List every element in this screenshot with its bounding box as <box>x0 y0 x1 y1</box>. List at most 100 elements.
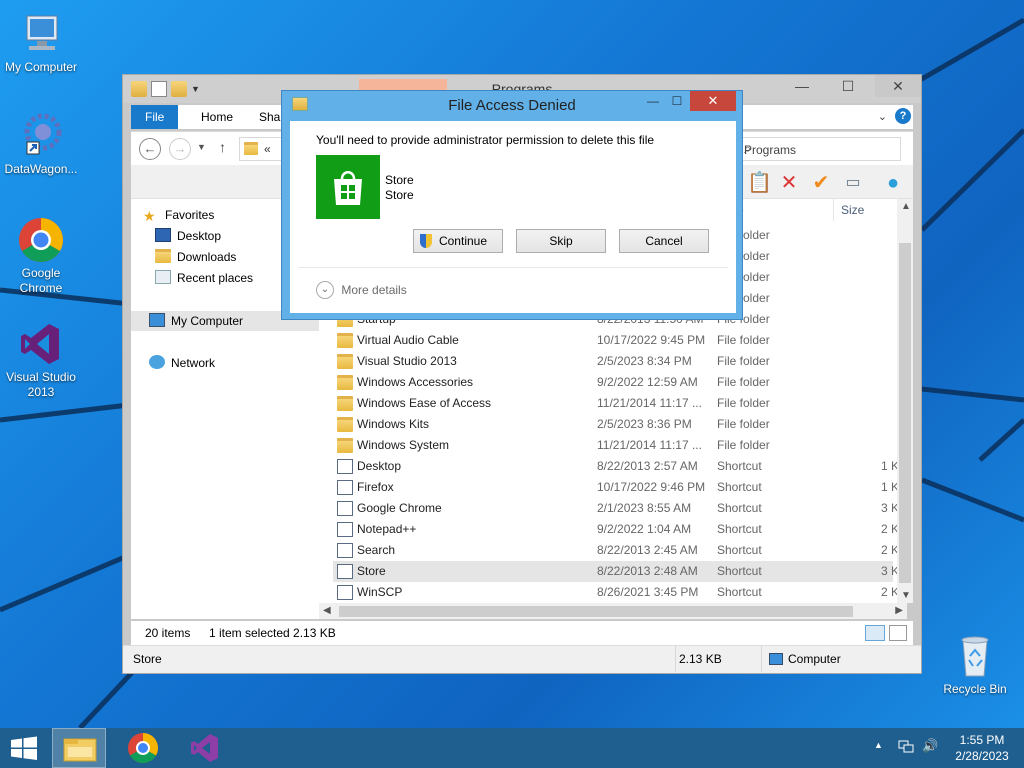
file-name: Firefox <box>357 480 394 494</box>
table-row[interactable]: Windows System 11/21/2014 11:17 ... File f… <box>333 435 893 456</box>
search-input[interactable]: Programs ⌕ <box>737 137 901 161</box>
taskbar-file-explorer[interactable] <box>52 728 106 768</box>
tab-home[interactable]: Home <box>187 105 247 129</box>
nav-favorites[interactable]: ★ Favorites <box>143 205 214 225</box>
network-icon <box>149 355 165 369</box>
more-details-toggle[interactable]: ⌄ More details <box>316 281 407 299</box>
delete-icon[interactable]: ✕ <box>777 171 801 195</box>
file-type: Shortcut <box>717 585 762 599</box>
table-row[interactable]: Firefox 10/17/2022 9:46 PM Shortcut 1 K <box>333 477 899 498</box>
scroll-down-icon[interactable]: ▼ <box>901 590 911 601</box>
file-date: 11/21/2014 11:17 ... <box>597 438 702 452</box>
vertical-scrollbar[interactable]: ▲ ▼ <box>897 199 913 603</box>
table-row[interactable]: Windows Kits 2/5/2023 8:36 PM File folder <box>333 414 893 435</box>
folder-icon <box>337 438 353 453</box>
column-header-size[interactable]: Size <box>841 203 864 217</box>
clipboard-icon[interactable]: 📋 <box>747 171 772 195</box>
scroll-thumb[interactable] <box>339 606 853 617</box>
file-date: 8/22/2013 2:45 AM <box>597 543 698 557</box>
help-icon[interactable]: ? <box>895 108 911 124</box>
table-row[interactable]: Desktop 8/22/2013 2:57 AM Shortcut 1 K <box>333 456 899 477</box>
back-button[interactable]: ← <box>139 138 161 160</box>
file-name: Notepad++ <box>357 522 417 536</box>
cancel-button[interactable]: Cancel <box>619 229 709 253</box>
minimize-button[interactable]: — <box>779 75 825 97</box>
file-name: Store <box>357 564 386 578</box>
network-icon[interactable] <box>898 738 914 754</box>
file-date: 2/1/2023 8:55 AM <box>597 501 692 515</box>
file-type: Shortcut <box>717 543 762 557</box>
nav-downloads[interactable]: Downloads <box>155 247 236 267</box>
recent-locations-icon[interactable]: ▼ <box>197 142 206 152</box>
scroll-left-icon[interactable]: ◀ <box>323 605 331 616</box>
scroll-up-icon[interactable]: ▲ <box>901 201 911 212</box>
table-row[interactable]: Search 8/22/2013 2:45 AM Shortcut 2 K <box>333 540 899 561</box>
folder-icon <box>337 396 353 411</box>
nav-network[interactable]: Network <box>149 353 215 373</box>
table-row[interactable]: Virtual Audio Cable 10/17/2022 9:45 PM Fil… <box>333 330 893 351</box>
minimize-button[interactable]: — <box>640 92 666 110</box>
table-row[interactable]: Windows Accessories 9/2/2022 12:59 AM File… <box>333 372 893 393</box>
file-date: 8/22/2013 2:57 AM <box>597 459 698 473</box>
selection-info: 1 item selected 2.13 KB <box>209 626 336 640</box>
desktop-icon-datawagon[interactable]: DataWagon... <box>0 112 82 177</box>
scroll-right-icon[interactable]: ▶ <box>895 605 903 616</box>
shortcut-icon <box>337 543 353 558</box>
file-date: 8/26/2021 3:45 PM <box>597 585 699 599</box>
skip-button[interactable]: Skip <box>516 229 606 253</box>
desktop-icon-chrome[interactable]: Google Chrome <box>0 216 82 296</box>
tab-file[interactable]: File <box>131 105 179 129</box>
maximize-button[interactable]: ☐ <box>664 92 690 110</box>
file-name: Google Chrome <box>357 501 442 515</box>
divider <box>298 267 728 268</box>
show-hidden-icons[interactable]: ▲ <box>874 740 883 768</box>
clock[interactable]: 1:55 PM 2/28/2023 <box>950 728 1014 768</box>
table-row[interactable]: Google Chrome 2/1/2023 8:55 AM Shortcut 3 K <box>333 498 899 519</box>
continue-button[interactable]: Continue <box>413 229 503 253</box>
globe-icon[interactable]: ● <box>881 171 905 195</box>
table-row[interactable]: Windows Ease of Access 11/21/2014 11:17 .… <box>333 393 893 414</box>
volume-icon[interactable]: 🔊 <box>922 738 938 768</box>
details-view-icon[interactable] <box>865 625 885 641</box>
desktop-icon-recycle-bin[interactable]: Recycle Bin <box>934 632 1016 697</box>
recycle-bin-icon <box>951 632 999 680</box>
start-button[interactable] <box>0 728 48 768</box>
scroll-thumb[interactable] <box>899 243 911 583</box>
shortcut-icon <box>337 501 353 516</box>
close-button[interactable]: ✕ <box>690 91 736 111</box>
computer-icon <box>149 313 165 327</box>
desktop-icon-my-computer[interactable]: My Computer <box>0 10 82 75</box>
folder-icon <box>337 354 353 369</box>
table-row[interactable]: Notepad++ 9/2/2022 1:04 AM Shortcut 2 K <box>333 519 899 540</box>
nav-label: Recent places <box>177 271 254 285</box>
folder-icon <box>337 333 353 348</box>
nav-label: Favorites <box>165 208 215 222</box>
rename-icon[interactable]: ▭ <box>841 171 865 195</box>
chrome-icon <box>128 733 159 764</box>
table-row[interactable]: WinSCP 8/26/2021 3:45 PM Shortcut 2 K <box>333 582 899 603</box>
nav-recent-places[interactable]: Recent places <box>155 268 253 288</box>
nav-label: My Computer <box>171 314 244 328</box>
table-row[interactable]: Visual Studio 2013 2/5/2023 8:34 PM File f… <box>333 351 893 372</box>
more-details-label: More details <box>341 283 407 297</box>
file-type: File folder <box>717 417 770 431</box>
taskbar-visual-studio[interactable] <box>178 728 232 768</box>
up-arrow-icon[interactable]: ↑ <box>219 139 226 155</box>
close-button[interactable]: ✕ <box>875 75 921 97</box>
star-icon: ★ <box>143 208 156 224</box>
table-row[interactable]: Store 8/22/2013 2:48 AM Shortcut 3 K <box>333 561 899 582</box>
maximize-button[interactable]: ☐ <box>825 75 871 97</box>
taskbar-chrome[interactable] <box>116 728 170 768</box>
file-name: Store <box>385 173 414 187</box>
horizontal-scrollbar[interactable]: ◀ ▶ <box>319 603 907 619</box>
chrome-icon <box>17 216 65 264</box>
forward-button[interactable]: → <box>169 138 191 160</box>
store-icon <box>316 155 380 219</box>
desktop-icon-visual-studio[interactable]: Visual Studio 2013 <box>0 320 82 400</box>
large-icons-view-icon[interactable] <box>889 625 907 641</box>
check-icon[interactable]: ✔ <box>809 171 833 195</box>
clock-date: 2/28/2023 <box>955 749 1009 763</box>
nav-desktop[interactable]: Desktop <box>155 226 221 246</box>
expand-ribbon-icon[interactable]: ⌄ <box>878 110 887 123</box>
column-divider <box>833 199 834 221</box>
